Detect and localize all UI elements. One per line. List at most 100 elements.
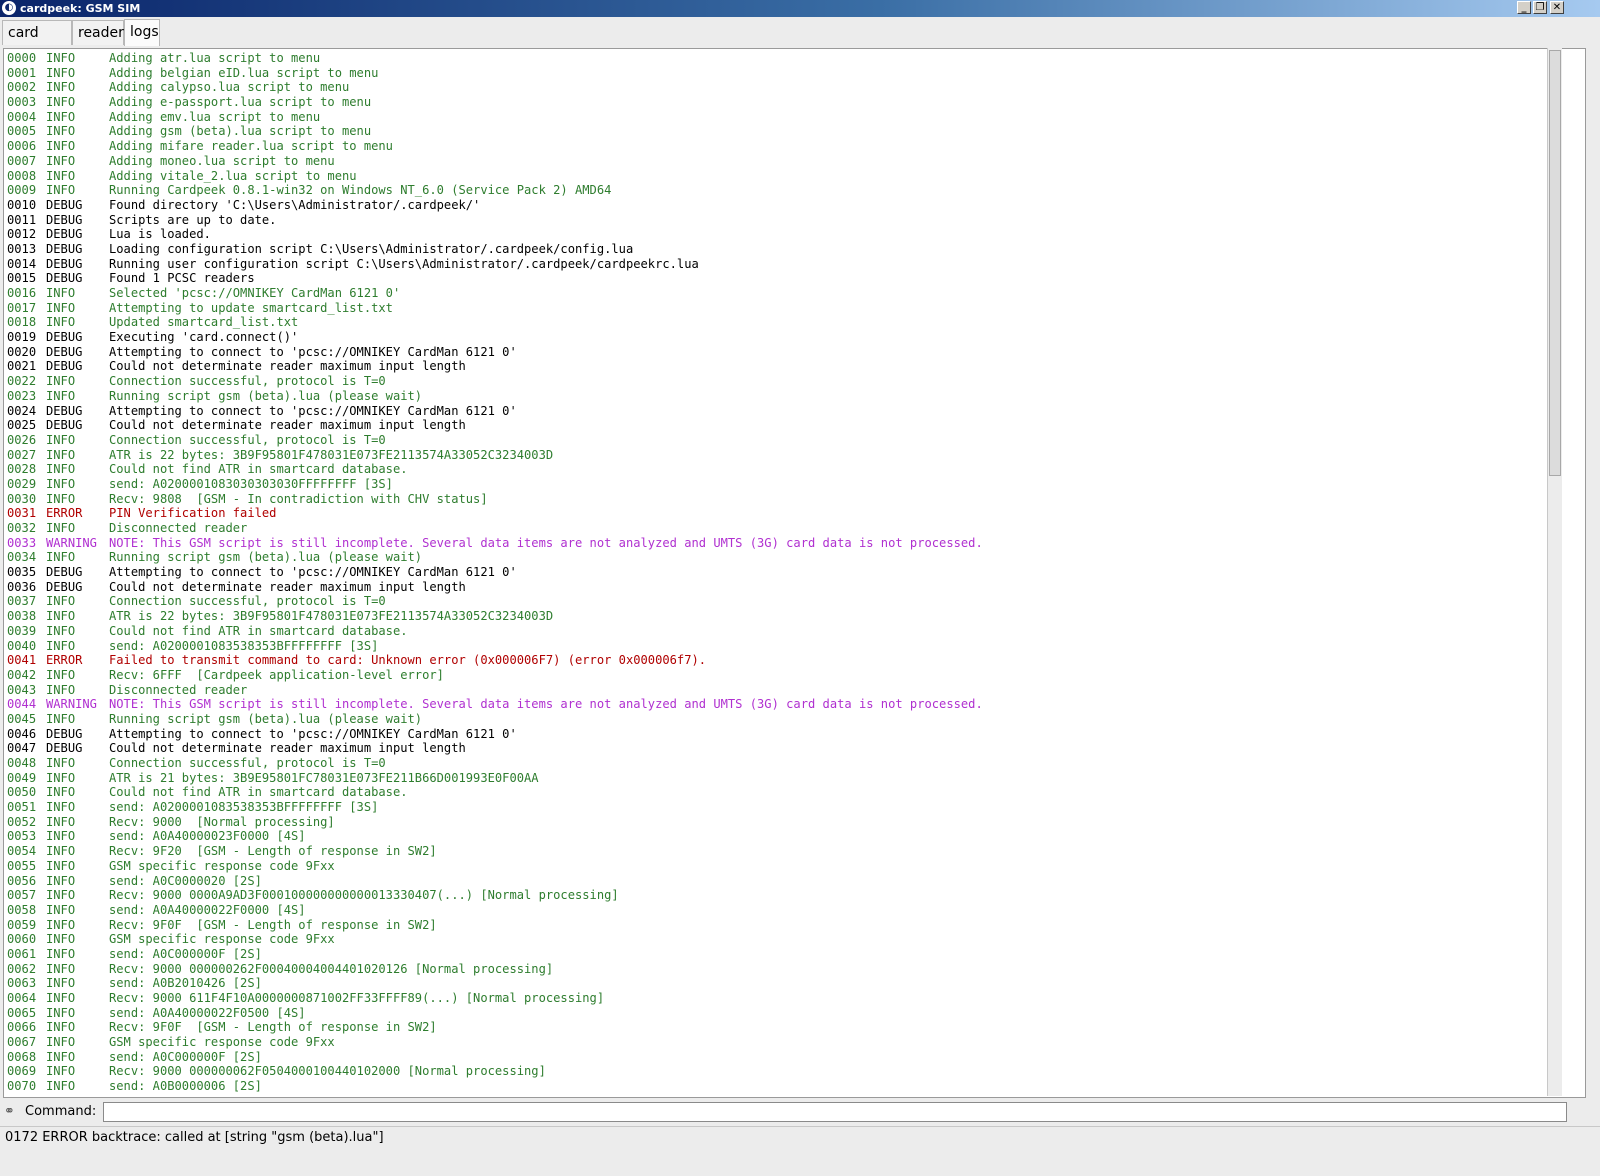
log-number: 0058 <box>7 902 37 917</box>
minimize-button[interactable]: _ <box>1517 1 1531 14</box>
log-level: INFO <box>46 109 76 124</box>
log-scrollbar[interactable] <box>1547 48 1562 1096</box>
log-entry: 0043 INFO Disconnected reader <box>7 683 983 698</box>
log-number: 0019 <box>7 330 37 345</box>
log-message: Lua is loaded. <box>109 227 211 242</box>
log-message: Running script gsm (beta).lua (please wa… <box>109 550 423 565</box>
log-message: Updated smartcard_list.txt <box>109 315 299 330</box>
log-level: INFO <box>46 785 76 800</box>
log-message: Adding mifare reader.lua script to menu <box>109 139 393 154</box>
log-message: send: A0B2010426 [2S] <box>109 976 262 991</box>
tab-logs[interactable]: logs <box>124 19 160 46</box>
log-level: INFO <box>46 888 76 903</box>
log-number: 0050 <box>7 785 37 800</box>
log-entry: 0054 INFO Recv: 9F20 [GSM - Length of resp… <box>7 844 983 859</box>
log-level: DEBUG <box>46 403 83 418</box>
log-entry: 0022 INFO Connection successful, protocol … <box>7 374 983 389</box>
log-level: INFO <box>46 65 76 80</box>
log-level: INFO <box>46 770 76 785</box>
log-level: INFO <box>46 873 76 888</box>
scrollbar-thumb[interactable] <box>1549 50 1561 476</box>
log-level: ERROR <box>46 506 83 521</box>
log-entry: 0029 INFO send: A0200001083030303030FFFFFF… <box>7 477 983 492</box>
log-message: Failed to transmit command to card: Unkn… <box>109 653 707 668</box>
window-title: cardpeek: GSM SIM <box>20 2 141 15</box>
log-entry: 0040 INFO send: A0200001083538353BFFFFFFFF… <box>7 639 983 654</box>
log-message: Recv: 6FFF [Cardpeek application-level e… <box>109 667 444 682</box>
log-entry: 0031 ERROR PIN Verification failed <box>7 506 983 521</box>
log-message: Running Cardpeek 0.8.1-win32 on Windows … <box>109 183 612 198</box>
log-entry: 0038 INFO ATR is 22 bytes: 3B9F95801F47803… <box>7 609 983 624</box>
log-level: INFO <box>46 168 76 183</box>
log-message: Could not determinate reader maximum inp… <box>109 741 466 756</box>
log-level: WARNING <box>46 697 97 712</box>
log-message: Loading configuration script C:\Users\Ad… <box>109 241 634 256</box>
log-entry: 0002 INFO Adding calypso.lua script to men… <box>7 80 983 95</box>
tab-card-view[interactable]: card view <box>2 20 72 65</box>
log-entry: 0035 DEBUG Attempting to connect to 'pcsc:… <box>7 565 983 580</box>
log-message: Could not find ATR in smartcard database… <box>109 785 408 800</box>
log-entry: 0037 INFO Connection successful, protocol … <box>7 594 983 609</box>
log-message: send: A0C000000F [2S] <box>109 946 262 961</box>
log-number: 0021 <box>7 359 37 374</box>
log-message: Disconnected reader <box>109 682 248 697</box>
log-number: 0061 <box>7 946 37 961</box>
log-number: 0056 <box>7 873 37 888</box>
log-message: ATR is 22 bytes: 3B9F95801F478031E073FE2… <box>109 609 554 624</box>
log-number: 0040 <box>7 638 37 653</box>
log-message: Connection successful, protocol is T=0 <box>109 374 386 389</box>
maximize-button[interactable]: ❐ <box>1533 1 1547 14</box>
log-number: 0015 <box>7 271 37 286</box>
close-button[interactable]: ✕ <box>1550 1 1564 14</box>
log-entry: 0021 DEBUG Could not determinate reader ma… <box>7 359 983 374</box>
log-number: 0070 <box>7 1079 37 1094</box>
log-message: Adding calypso.lua script to menu <box>109 80 350 95</box>
log-message: Adding e-passport.lua script to menu <box>109 95 372 110</box>
log-level: INFO <box>46 286 76 300</box>
log-number: 0023 <box>7 388 37 403</box>
log-message: ATR is 22 bytes: 3B9F95801F478031E073FE2… <box>109 447 554 462</box>
command-row: ⚭ Command: <box>0 1100 1600 1124</box>
log-entry: 0019 DEBUG Executing 'card.connect()' <box>7 330 983 345</box>
log-entry: 0050 INFO Could not find ATR in smartcard … <box>7 785 983 800</box>
log-level: INFO <box>46 315 76 330</box>
log-message: send: A0200001083538353BFFFFFFFF [3S] <box>109 638 379 653</box>
log-number: 0047 <box>7 741 37 756</box>
log-message: Could not find ATR in smartcard database… <box>109 462 408 477</box>
log-message: Recv: 9000 611F4F10A0000000871002FF33FFF… <box>109 991 605 1005</box>
log-number: 0059 <box>7 917 37 932</box>
log-number: 0031 <box>7 506 37 521</box>
log-level: DEBUG <box>46 212 83 227</box>
log-message: Adding gsm (beta).lua script to menu <box>109 124 372 139</box>
log-number: 0053 <box>7 829 37 844</box>
log-entry: 0010 DEBUG Found directory 'C:\Users\Admin… <box>7 198 983 213</box>
log-level: INFO <box>46 961 76 976</box>
log-entry: 0018 INFO Updated smartcard_list.txt <box>7 315 983 330</box>
log-entry: 0009 INFO Running Cardpeek 0.8.1-win32 on … <box>7 183 983 198</box>
log-entry: 0065 INFO send: A0A40000022F0500 [4S] <box>7 1006 983 1021</box>
log-number: 0036 <box>7 579 37 594</box>
log-message: GSM specific response code 9Fxx <box>109 1035 335 1050</box>
log-entry: 0061 INFO send: A0C000000F [2S] <box>7 947 983 962</box>
log-number: 0001 <box>7 65 37 80</box>
log-message: NOTE: This GSM script is still incomplet… <box>109 535 983 550</box>
log-message: Scripts are up to date. <box>109 212 277 227</box>
log-level: INFO <box>46 638 76 653</box>
log-number: 0034 <box>7 550 37 565</box>
log-level: INFO <box>46 432 76 447</box>
log-view[interactable]: 0000 INFO Adding atr.lua script to menu 000… <box>3 48 1586 1098</box>
log-level: INFO <box>46 388 76 403</box>
status-bar: 0172 ERROR backtrace: called at [string … <box>0 1126 1600 1149</box>
log-entry: 0006 INFO Adding mifare reader.lua script … <box>7 139 983 154</box>
log-message: send: A0C000000F [2S] <box>109 1049 262 1064</box>
log-level: DEBUG <box>46 330 83 345</box>
log-entry: 0017 INFO Attempting to update smartcard_l… <box>7 301 983 316</box>
log-number: 0018 <box>7 315 37 330</box>
log-level: INFO <box>46 991 76 1005</box>
command-input[interactable] <box>103 1102 1567 1122</box>
log-number: 0029 <box>7 476 37 491</box>
tab-reader[interactable]: reader <box>72 20 124 45</box>
log-message: send: A0A40000022F0500 [4S] <box>109 1005 306 1020</box>
log-level: DEBUG <box>46 726 83 741</box>
log-level: WARNING <box>46 535 97 550</box>
